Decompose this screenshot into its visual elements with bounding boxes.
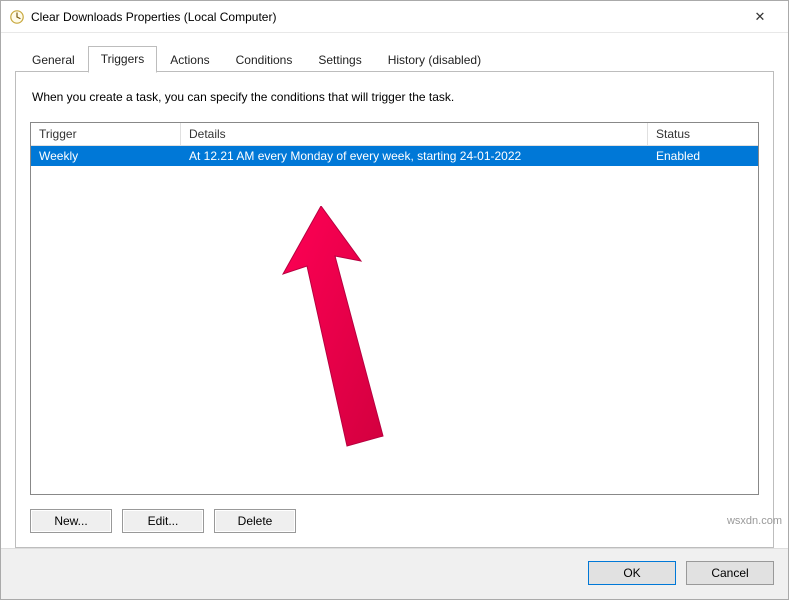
ok-button[interactable]: OK — [588, 561, 676, 585]
col-header-details[interactable]: Details — [181, 123, 648, 145]
dialog-footer: OK Cancel — [1, 548, 788, 599]
tab-actions[interactable]: Actions — [157, 47, 222, 73]
tab-triggers[interactable]: Triggers — [88, 46, 158, 73]
tab-history[interactable]: History (disabled) — [375, 47, 494, 73]
col-header-status[interactable]: Status — [648, 123, 758, 145]
cancel-button[interactable]: Cancel — [686, 561, 774, 585]
tabstrip: General Triggers Actions Conditions Sett… — [15, 45, 774, 72]
tab-general[interactable]: General — [19, 47, 88, 73]
cell-status: Enabled — [648, 146, 758, 166]
cell-details: At 12.21 AM every Monday of every week, … — [181, 146, 648, 166]
window-title: Clear Downloads Properties (Local Comput… — [31, 10, 740, 24]
edit-button[interactable]: Edit... — [122, 509, 204, 533]
client-area: General Triggers Actions Conditions Sett… — [1, 33, 788, 548]
new-button[interactable]: New... — [30, 509, 112, 533]
tab-settings[interactable]: Settings — [305, 47, 374, 73]
table-row[interactable]: Weekly At 12.21 AM every Monday of every… — [31, 146, 758, 166]
trigger-action-buttons: New... Edit... Delete — [30, 509, 759, 533]
titlebar: Clear Downloads Properties (Local Comput… — [1, 1, 788, 33]
col-header-trigger[interactable]: Trigger — [31, 123, 181, 145]
close-button[interactable]: ✕ — [740, 2, 780, 32]
tab-conditions[interactable]: Conditions — [223, 47, 306, 73]
cell-trigger: Weekly — [31, 146, 181, 166]
task-scheduler-icon — [9, 9, 25, 25]
tab-panel-triggers: When you create a task, you can specify … — [15, 71, 774, 548]
triggers-table: Trigger Details Status Weekly At 12.21 A… — [30, 122, 759, 495]
intro-text: When you create a task, you can specify … — [32, 90, 757, 104]
properties-dialog: Clear Downloads Properties (Local Comput… — [0, 0, 789, 600]
close-icon: ✕ — [755, 9, 766, 25]
delete-button[interactable]: Delete — [214, 509, 296, 533]
table-header: Trigger Details Status — [31, 123, 758, 146]
table-body: Weekly At 12.21 AM every Monday of every… — [31, 146, 758, 494]
